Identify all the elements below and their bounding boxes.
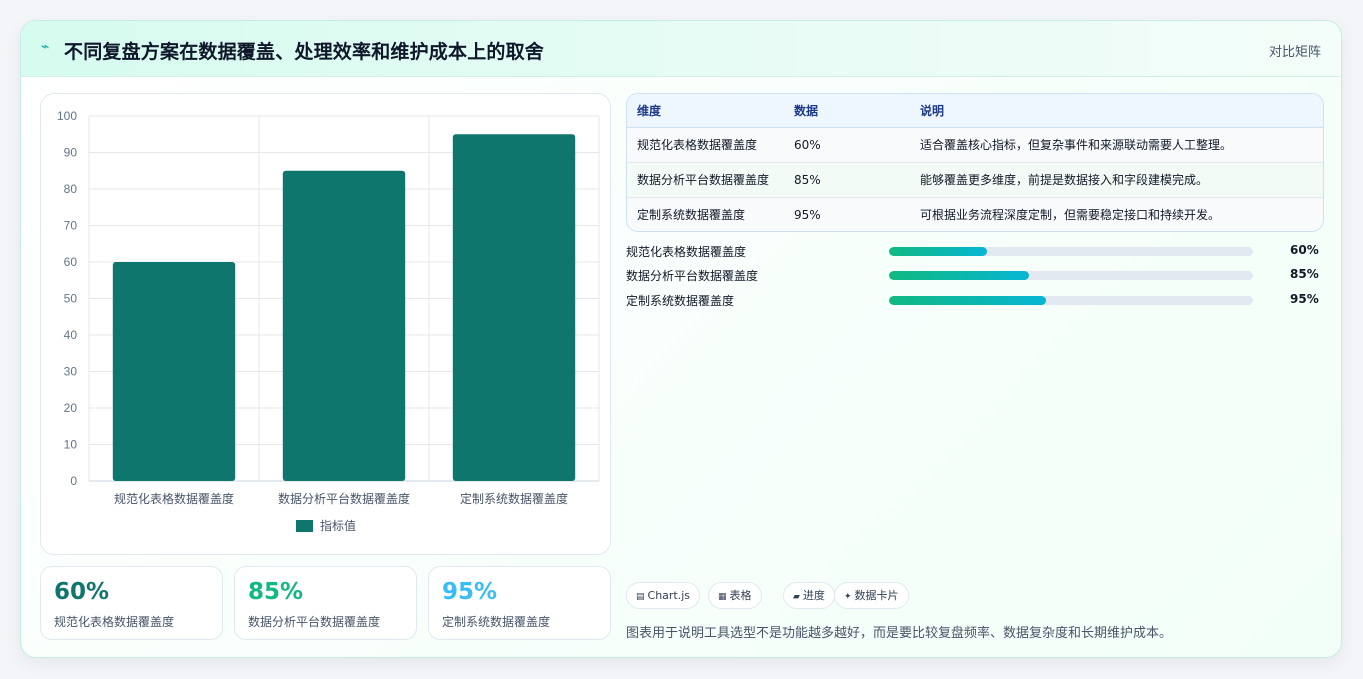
table-row: 数据分析平台数据覆盖度 85% 能够覆盖更多维度，前提是数据接入和字段建模完成。 — [627, 162, 1323, 198]
table-cell: 能够覆盖更多维度，前提是数据接入和字段建模完成。 — [920, 162, 1323, 198]
stat-label: 定制系统数据覆盖度 — [442, 615, 551, 629]
column-header: 维度 — [627, 94, 794, 128]
comparison-card: ⌁ 不同复盘方案在数据覆盖、处理效率和维护成本上的取舍 对比矩阵 0 10 20 30… — [20, 20, 1342, 658]
stat-value: 60% — [54, 579, 110, 605]
chip-label: 数据卡片 — [854, 589, 899, 602]
x-tick-label: 规范化表格数据覆盖度 — [114, 491, 234, 506]
chip-chartjs[interactable]: ▤ Chart.js — [626, 582, 701, 609]
y-tick-label: 60 — [64, 255, 78, 269]
bar-chart-panel: 0 10 20 30 40 50 60 70 80 90 100 规范化表格数据覆盖度 数据分析平台数据… — [40, 93, 611, 555]
y-tick-label: 100 — [57, 109, 77, 123]
progress-value: 85% — [1290, 267, 1319, 281]
chip-label: Chart.js — [647, 589, 691, 602]
stat-card-3: 95% 定制系统数据覆盖度 — [428, 566, 611, 640]
table-header-row: 维度 数据 说明 — [627, 94, 1323, 128]
table-cell: 数据分析平台数据覆盖度 — [627, 162, 794, 198]
stat-value: 85% — [248, 579, 304, 605]
x-tick-label: 定制系统数据覆盖度 — [460, 491, 568, 506]
chip-label: 进度 — [802, 589, 825, 602]
bar — [282, 170, 406, 481]
y-tick-label: 50 — [64, 292, 78, 306]
progress-fill — [889, 296, 1046, 305]
spark-icon: ⌁ — [41, 39, 50, 55]
table-cell: 95% — [794, 197, 920, 231]
comparison-table: 维度 数据 说明 规范化表格数据覆盖度 60% 适合覆盖核心指标，但复杂事件和来… — [626, 93, 1324, 232]
table-row: 定制系统数据覆盖度 95% 可根据业务流程深度定制，但需要稳定接口和持续开发。 — [627, 197, 1323, 231]
table-cell: 85% — [794, 162, 920, 198]
progress-track — [889, 247, 1253, 256]
bar-chart: 0 10 20 30 40 50 60 70 80 90 100 规范化表格数据覆盖度 数据分析平台数据… — [57, 109, 600, 533]
bar — [452, 134, 576, 481]
progress-row: 数据分析平台数据覆盖度 85% — [626, 266, 1319, 284]
card-header: ⌁ 不同复盘方案在数据覆盖、处理效率和维护成本上的取舍 对比矩阵 — [21, 21, 1341, 77]
progress-label: 数据分析平台数据覆盖度 — [626, 269, 759, 283]
column-header: 说明 — [920, 94, 1323, 128]
y-tick-label: 10 — [64, 438, 78, 452]
table-row: 规范化表格数据覆盖度 60% 适合覆盖核心指标，但复杂事件和来源联动需要人工整理… — [627, 127, 1323, 163]
progress-label: 定制系统数据覆盖度 — [626, 294, 735, 308]
progress-value: 95% — [1290, 292, 1319, 306]
footnote: 图表用于说明工具选型不是功能越多越好，而是要比较复盘频率、数据复杂度和长期维护成… — [626, 626, 1173, 641]
chip-progress[interactable]: ▰ 进度 — [783, 582, 835, 609]
x-tick-label: 数据分析平台数据覆盖度 — [278, 491, 410, 506]
y-tick-label: 30 — [64, 365, 78, 379]
progress-row: 规范化表格数据覆盖度 60% — [626, 242, 1319, 260]
progress-value: 60% — [1290, 243, 1319, 257]
header-tag: 对比矩阵 — [1268, 45, 1321, 60]
chip-table[interactable]: ▦ 表格 — [708, 582, 762, 609]
y-tick-label: 70 — [64, 219, 78, 233]
y-tick-label: 80 — [64, 182, 78, 196]
table-icon: ▦ — [718, 592, 727, 602]
stat-label: 规范化表格数据覆盖度 — [54, 615, 175, 629]
y-tick-label: 90 — [64, 146, 78, 160]
table-cell: 60% — [794, 127, 920, 163]
bar — [112, 262, 236, 481]
progress-fill — [889, 247, 988, 256]
chart-icon: ▤ — [636, 592, 645, 602]
table-cell: 可根据业务流程深度定制，但需要稳定接口和持续开发。 — [920, 197, 1323, 231]
table-cell: 定制系统数据覆盖度 — [627, 197, 794, 231]
stat-value: 95% — [442, 579, 498, 605]
y-tick-label: 40 — [64, 328, 78, 342]
stat-card-1: 60% 规范化表格数据覆盖度 — [40, 566, 223, 640]
progress-track — [889, 271, 1253, 280]
legend-label: 指标值 — [320, 518, 356, 533]
chip-label: 表格 — [729, 589, 752, 602]
table-cell: 规范化表格数据覆盖度 — [627, 127, 794, 163]
page-title: 不同复盘方案在数据覆盖、处理效率和维护成本上的取舍 — [64, 41, 545, 63]
stat-label: 数据分析平台数据覆盖度 — [248, 615, 381, 629]
chip-data-card[interactable]: ✦ 数据卡片 — [834, 582, 909, 609]
progress-fill — [889, 271, 1030, 280]
card-icon: ✦ — [844, 592, 852, 602]
progress-row: 定制系统数据覆盖度 95% — [626, 291, 1319, 309]
y-tick-label: 20 — [64, 401, 78, 415]
progress-icon: ▰ — [793, 592, 800, 602]
table-cell: 适合覆盖核心指标，但复杂事件和来源联动需要人工整理。 — [920, 127, 1323, 163]
y-tick-label: 0 — [70, 474, 77, 488]
stat-card-2: 85% 数据分析平台数据覆盖度 — [234, 566, 417, 640]
column-header: 数据 — [794, 94, 920, 128]
progress-track — [889, 296, 1253, 305]
progress-label: 规范化表格数据覆盖度 — [626, 245, 747, 259]
legend-swatch — [296, 520, 313, 532]
